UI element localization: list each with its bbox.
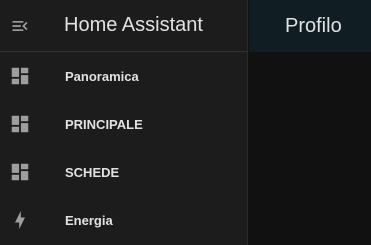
view-dashboard-icon-svg xyxy=(11,67,29,85)
menu-toggle-button[interactable] xyxy=(0,0,40,52)
sidebar-item-label: SCHEDE xyxy=(65,164,120,180)
sidebar-item-label: PRINCIPALE xyxy=(65,116,143,132)
app-title: Home Assistant xyxy=(64,14,203,36)
main-content: Profilo xyxy=(249,0,371,245)
sidebar-item-schede[interactable]: SCHEDE xyxy=(0,148,247,196)
sidebar: Home Assistant Panoramica PRINCIPALE SCH… xyxy=(0,0,248,245)
menu-open-icon xyxy=(12,20,28,31)
view-dashboard-icon xyxy=(0,52,40,100)
view-dashboard-icon xyxy=(0,100,40,148)
view-dashboard-icon xyxy=(0,148,40,196)
page-title: Profilo xyxy=(285,14,342,37)
lightning-bolt-icon-svg xyxy=(15,210,25,230)
view-dashboard-icon-svg xyxy=(11,115,29,133)
sidebar-item-principale[interactable]: PRINCIPALE xyxy=(0,100,247,148)
top-app-bar: Profilo xyxy=(249,0,371,52)
lightning-bolt-icon xyxy=(0,196,40,244)
view-dashboard-icon-svg xyxy=(11,163,29,181)
sidebar-item-energia[interactable]: Energia xyxy=(0,196,247,244)
sidebar-item-label: Panoramica xyxy=(65,68,139,84)
sidebar-item-panoramica[interactable]: Panoramica xyxy=(0,52,247,100)
sidebar-header: Home Assistant xyxy=(0,0,247,52)
sidebar-item-label: Energia xyxy=(65,212,113,228)
